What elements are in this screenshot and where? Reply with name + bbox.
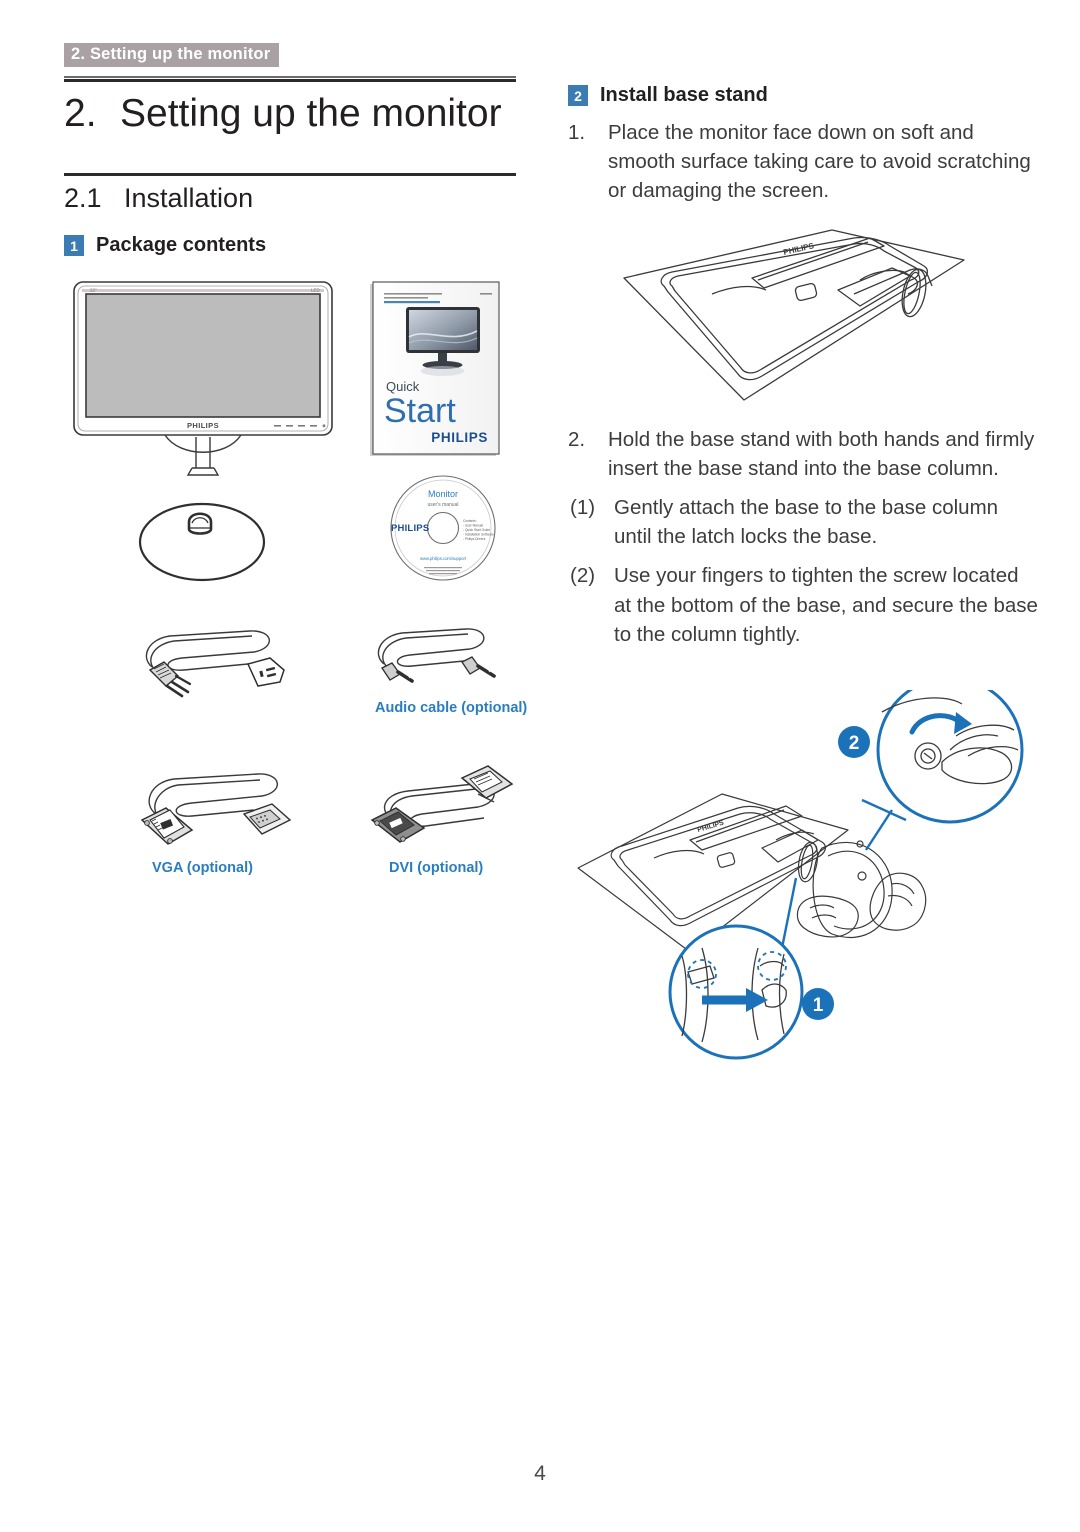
substep-marker: (2) [570,564,596,588]
figure-quick-start-guide: Quick Start PHILIPS [364,279,514,464]
step-2: 2. Hold the base stand with both hands a… [568,425,1038,649]
step-1: 1. Place the monitor face down on soft a… [568,118,1038,205]
header-rule-thin [64,76,516,78]
figure-dvi-cable [352,760,522,858]
substep-text: Use your fingers to tighten the screw lo… [614,564,1038,646]
subheading-install-base-stand: 2 Install base stand [568,84,768,107]
running-header: 2. Setting up the monitor [64,43,280,68]
figure-audio-cable [352,612,522,700]
monitor-back-brand-2: PHILIPS [697,820,725,834]
subheading-label: Package contents [96,234,267,256]
quickstart-brand: PHILIPS [431,430,488,445]
callout-2-bubble: 2 [838,690,1024,851]
monitor-size-label: 22" [90,288,97,293]
substep-text: Gently attach the base to the base colum… [614,496,999,549]
figure-monitor: 22" LED PHILIPS [68,278,343,478]
section-heading: 2.1 Installation [64,183,253,214]
substep-1: (1) Gently attach the base to the base c… [568,493,1038,551]
step-text: Place the monitor face down on soft and … [608,121,1031,203]
cd-subtitle: user's manual [428,502,459,508]
page-number: 4 [534,1462,546,1485]
step-marker: 2. [568,428,586,451]
svg-text:- Installation Software: - Installation Software [463,533,494,537]
section-title-text: Installation [124,183,254,213]
section-rule [64,173,516,176]
callout-1-bubble: 1 [668,877,834,1060]
caption-vga-cable: VGA (optional) [152,860,253,876]
figure-base-attach-callouts: PHILIPS 2 1 [570,690,1040,1060]
quickstart-word-start: Start [384,392,456,430]
callout-badge-1: 1 [813,995,824,1016]
figure-power-cable [122,612,322,702]
badge-number-1: 1 [64,235,84,256]
badge-number-2: 2 [568,85,588,106]
svg-text:- Quick Start Guide: - Quick Start Guide [463,528,490,532]
callout-badge-2: 2 [849,733,860,754]
subheading-package-contents: 1 Package contents [64,234,266,257]
step-marker: 1. [568,121,586,144]
header-rule-thick [64,79,516,82]
figure-monitor-face-down: PHILIPS [592,228,1040,418]
cd-brand: PHILIPS [391,523,429,534]
svg-text:- Philips Drivers: - Philips Drivers [463,537,486,541]
caption-dvi-cable: DVI (optional) [389,860,484,876]
cd-url: www.philips.com/support [420,556,467,561]
figure-vga-cable [122,762,322,857]
subheading-label: Install base stand [600,84,768,106]
figure-cd-rom: Monitor user's manual PHILIPS Contents: … [386,470,501,588]
chapter-title-text: Setting up the monitor [120,92,502,135]
svg-text:- User Manual: - User Manual [463,524,483,528]
figure-base-stand [132,492,272,587]
substep-2: (2) Use your fingers to tighten the scre… [568,561,1038,648]
step-text: Hold the base stand with both hands and … [608,428,1035,481]
svg-text:Contents:: Contents: [463,519,477,523]
monitor-brand-label: PHILIPS [187,421,219,430]
substep-marker: (1) [570,496,596,520]
caption-audio-cable: Audio cable (optional) [375,700,528,716]
monitor-led-label: LED [311,288,321,293]
page-title: 2. Setting up the monitor [64,92,502,136]
chapter-number: 2. [64,92,97,135]
section-number: 2.1 [64,183,102,213]
cd-title: Monitor [428,489,458,499]
